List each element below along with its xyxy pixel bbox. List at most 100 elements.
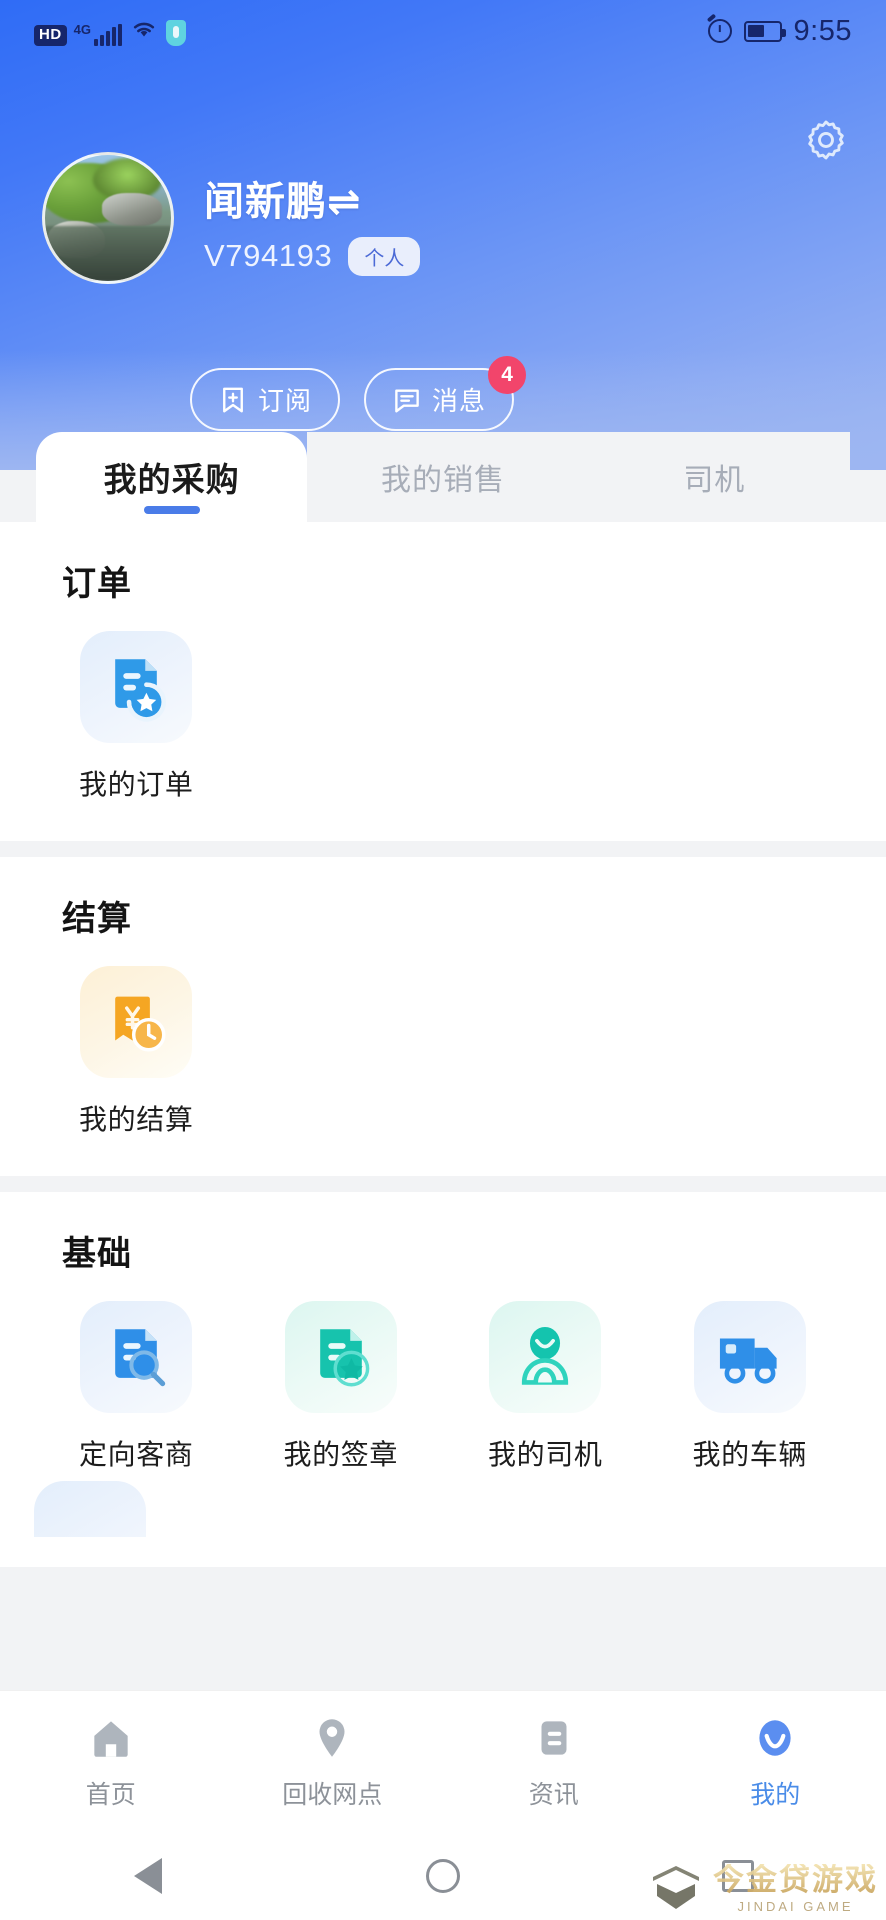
- nav-item-recycle-points-label: 回收网点: [282, 1780, 383, 1809]
- my-driver-label: 我的司机: [488, 1439, 603, 1470]
- tab-active-indicator: [143, 506, 200, 514]
- tab-my-sales[interactable]: 我的销售: [307, 432, 579, 522]
- messages-badge: 4: [488, 356, 527, 394]
- shield-icon: [166, 19, 187, 46]
- grid-item-my-orders[interactable]: 我的订单: [34, 631, 239, 803]
- section-orders-title: 订单: [62, 565, 132, 603]
- grid-item-my-driver[interactable]: 我的司机: [443, 1301, 648, 1473]
- triangle-back-icon: [133, 1858, 162, 1894]
- targeted-customers-label: 定向客商: [79, 1439, 194, 1470]
- alarm-icon: [707, 19, 732, 43]
- my-orders-icon-tile: [80, 631, 193, 743]
- tab-driver[interactable]: 司机: [578, 432, 850, 522]
- subscribe-button[interactable]: 订阅: [190, 368, 341, 431]
- peek-icon-tile: [34, 1481, 146, 1537]
- grid-item-my-vehicle[interactable]: 我的车辆: [648, 1301, 853, 1473]
- my-seal-icon-tile: [284, 1301, 397, 1413]
- tab-my-purchase-label: 我的采购: [103, 461, 240, 498]
- home-button[interactable]: [416, 1849, 470, 1903]
- section-basics-grid: 定向客商 我的签章 我的司机 我的车辆: [0, 1301, 886, 1481]
- nav-item-profile-label: 我的: [750, 1780, 801, 1809]
- nav-item-news[interactable]: 资讯: [443, 1713, 665, 1811]
- profile-smiley-icon: [759, 1719, 791, 1756]
- grid-item-targeted-customers[interactable]: 定向客商: [34, 1301, 239, 1473]
- section-basics: 基础 定向客商 我的签章 我的司机 我的车辆: [0, 1192, 886, 1567]
- nav-item-home[interactable]: 首页: [0, 1713, 222, 1811]
- grid-item-my-settlement[interactable]: 我的结算: [34, 966, 239, 1138]
- watermark-text: 今金贷游戏 JINDAI GAME: [713, 1864, 878, 1913]
- home-icon: [94, 1720, 128, 1757]
- profile-info: 闻新鹏⇌ V794193 个人: [204, 152, 421, 276]
- bookmark-plus-icon: [223, 387, 243, 412]
- yuan-clock-icon: [115, 996, 166, 1052]
- settings-button[interactable]: [798, 112, 854, 168]
- hd-badge: HD: [34, 25, 67, 46]
- watermark-cn: 今金贷游戏: [713, 1861, 878, 1897]
- my-driver-icon-tile: [489, 1301, 602, 1413]
- tab-my-purchase[interactable]: 我的采购: [36, 432, 308, 522]
- driver-person-icon: [522, 1326, 569, 1385]
- section-settlement-grid: 我的结算: [0, 966, 886, 1146]
- account-switch-icon[interactable]: ⇌: [327, 180, 362, 224]
- section-orders: 订单 我的订单: [0, 522, 886, 841]
- account-type-badge: 个人: [348, 236, 421, 276]
- section-orders-grid: 我的订单: [0, 631, 886, 811]
- news-icon: [541, 1720, 567, 1755]
- message-icon: [395, 388, 419, 412]
- section-basics-next-row-peek: [0, 1481, 886, 1537]
- wifi-icon: [129, 17, 159, 46]
- targeted-customers-icon-tile: [80, 1301, 193, 1413]
- phone-screen: HD 4G 9:55 闻新鹏⇌ V794193 个人 订阅 消息 4 我的采购 …: [0, 0, 886, 1920]
- avatar[interactable]: [42, 152, 174, 284]
- avatar-water: [45, 225, 171, 281]
- back-button[interactable]: [121, 1849, 175, 1903]
- messages-button[interactable]: 消息 4: [364, 356, 527, 431]
- status-bar: HD 4G 9:55: [0, 0, 886, 62]
- user-meta-row: V794193 个人: [204, 236, 421, 276]
- user-id: V794193: [204, 238, 333, 274]
- tab-driver-label: 司机: [683, 464, 746, 497]
- section-settlement-title: 结算: [62, 900, 132, 938]
- location-pin-icon: [319, 1718, 345, 1757]
- my-settlement-icon-tile: [80, 966, 193, 1078]
- gear-icon: [808, 120, 844, 160]
- status-bar-left: HD 4G: [34, 17, 187, 46]
- section-settlement: 结算 我的结算: [0, 857, 886, 1176]
- status-time: 9:55: [793, 14, 852, 47]
- user-name: 闻新鹏: [204, 180, 327, 224]
- messages-label: 消息: [432, 386, 487, 416]
- nav-item-news-label: 资讯: [528, 1780, 579, 1809]
- circle-home-icon: [425, 1859, 460, 1893]
- tab-bar: 我的采购 我的销售 司机: [36, 432, 850, 522]
- nav-item-home-label: 首页: [85, 1780, 136, 1809]
- profile-header: 闻新鹏⇌ V794193 个人: [42, 152, 421, 284]
- avatar-rock-right: [101, 192, 163, 226]
- hexagon-logo-icon: [653, 1866, 699, 1909]
- grid-item-my-seal[interactable]: 我的签章: [239, 1301, 444, 1473]
- content-scroll-area[interactable]: 订单 我的订单 结算 我的结算 基础 定向客商 我的签章 我的司机 我的车辆: [0, 522, 886, 1690]
- my-vehicle-icon-tile: [693, 1301, 806, 1413]
- my-orders-label: 我的订单: [79, 769, 194, 800]
- user-name-row[interactable]: 闻新鹏⇌: [204, 180, 420, 225]
- subscribe-label: 订阅: [258, 386, 313, 416]
- profile-actions: 订阅 消息 4: [190, 356, 527, 431]
- bottom-navigation: 首页 回收网点 资讯 我的: [0, 1690, 886, 1832]
- document-star-icon: [115, 659, 167, 722]
- signal-indicator: 4G: [73, 21, 123, 46]
- my-vehicle-label: 我的车辆: [692, 1439, 807, 1470]
- tab-my-sales-label: 我的销售: [380, 464, 505, 497]
- watermark: 今金贷游戏 JINDAI GAME: [649, 1862, 878, 1914]
- nav-item-recycle-points[interactable]: 回收网点: [222, 1713, 444, 1811]
- watermark-en: JINDAI GAME: [737, 1898, 854, 1914]
- my-settlement-label: 我的结算: [79, 1104, 194, 1135]
- nav-item-profile[interactable]: 我的: [665, 1713, 886, 1811]
- battery-icon: [743, 20, 786, 42]
- document-search-icon: [115, 1329, 166, 1387]
- status-bar-right: 9:55: [707, 14, 852, 48]
- truck-icon: [719, 1338, 777, 1384]
- my-seal-label: 我的签章: [283, 1439, 398, 1470]
- signal-bars-icon: [94, 23, 123, 46]
- section-basics-title: 基础: [62, 1235, 132, 1273]
- network-type-label: 4G: [73, 21, 92, 37]
- document-seal-icon: [319, 1329, 370, 1387]
